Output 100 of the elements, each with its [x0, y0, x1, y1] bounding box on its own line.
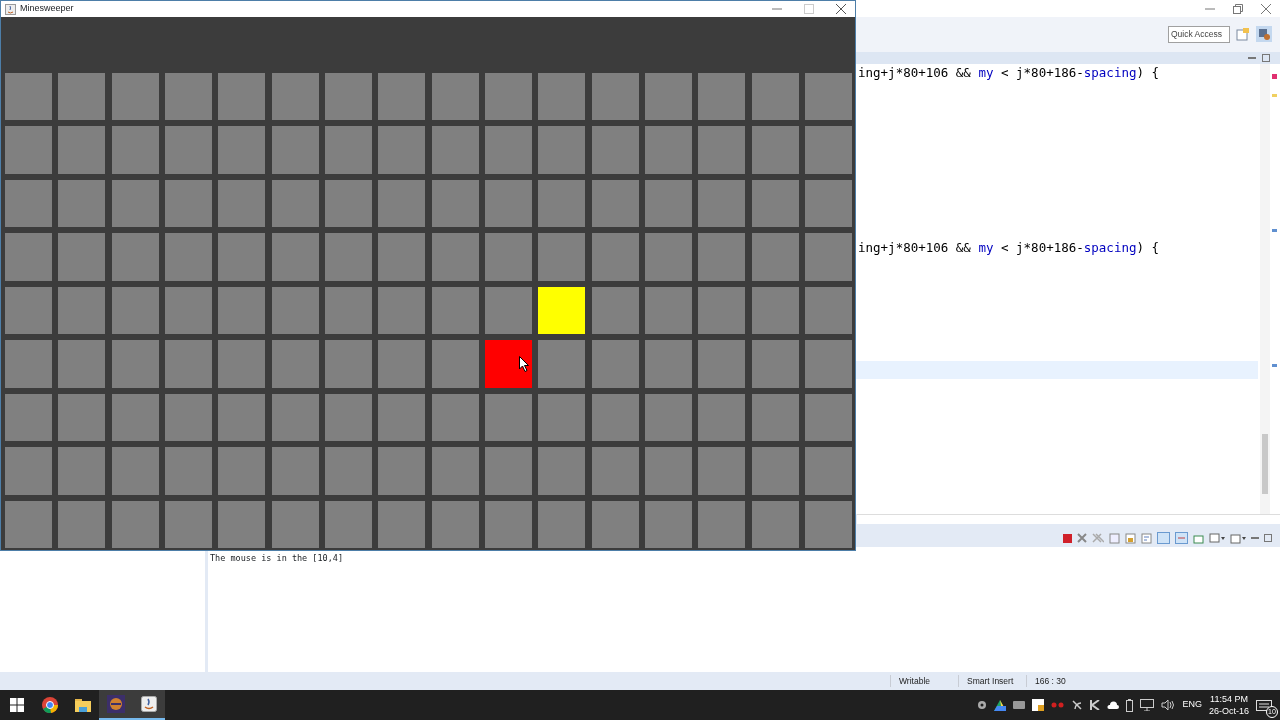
tile[interactable] [805, 73, 852, 121]
tile[interactable] [325, 73, 372, 121]
tile[interactable] [218, 447, 266, 495]
tile[interactable] [58, 447, 106, 495]
tile[interactable] [698, 286, 746, 335]
tile[interactable] [485, 73, 532, 121]
tile[interactable] [431, 340, 479, 388]
tile[interactable] [271, 126, 319, 174]
tile[interactable] [111, 447, 159, 495]
tile[interactable] [5, 393, 52, 441]
tile[interactable] [591, 393, 639, 441]
tile[interactable] [325, 500, 372, 548]
tile[interactable] [485, 393, 532, 441]
tile[interactable] [645, 286, 692, 335]
tile[interactable] [218, 500, 266, 548]
tile[interactable] [325, 447, 372, 495]
tile[interactable] [538, 340, 586, 388]
maximize-icon[interactable] [1262, 53, 1270, 62]
tile[interactable] [378, 286, 426, 335]
pin-console-icon[interactable] [1193, 532, 1204, 544]
tile[interactable] [698, 126, 746, 174]
clear-console-icon[interactable] [1109, 532, 1120, 544]
tile[interactable] [485, 286, 532, 335]
tile[interactable] [111, 73, 159, 121]
tile[interactable] [271, 447, 319, 495]
tile[interactable] [58, 286, 106, 335]
tile[interactable] [698, 179, 746, 228]
restore-icon[interactable] [1233, 3, 1243, 14]
tile[interactable] [218, 233, 266, 281]
tile[interactable] [591, 233, 639, 281]
tile[interactable] [538, 233, 586, 281]
tile[interactable] [378, 340, 426, 388]
tile[interactable] [431, 179, 479, 228]
tile[interactable] [538, 447, 586, 495]
battery-icon[interactable] [1126, 698, 1134, 712]
tile[interactable] [325, 179, 372, 228]
tile[interactable] [165, 73, 212, 121]
tile[interactable] [218, 73, 266, 121]
tile[interactable] [271, 393, 319, 441]
tile[interactable] [111, 179, 159, 228]
tile[interactable] [271, 179, 319, 228]
tile[interactable] [58, 500, 106, 548]
folder-icon[interactable] [74, 698, 91, 712]
tile[interactable] [751, 73, 799, 121]
tile[interactable] [485, 447, 532, 495]
maximize-icon[interactable] [804, 4, 814, 14]
tile[interactable] [805, 179, 852, 228]
tile[interactable] [805, 393, 852, 441]
tile[interactable] [698, 73, 746, 121]
tile[interactable] [378, 500, 426, 548]
tile[interactable] [698, 340, 746, 388]
maximize-icon[interactable] [1264, 534, 1272, 543]
tile[interactable] [538, 286, 586, 335]
tile[interactable] [645, 447, 692, 495]
tile[interactable] [111, 340, 159, 388]
tile[interactable] [538, 500, 586, 548]
tile[interactable] [698, 233, 746, 281]
tile[interactable] [5, 73, 52, 121]
tile[interactable] [485, 126, 532, 174]
perspective-icon[interactable] [1236, 27, 1250, 42]
remove-launch-icon[interactable] [1077, 533, 1087, 544]
java-perspective-icon[interactable] [1256, 26, 1272, 43]
tile[interactable] [111, 500, 159, 548]
tile[interactable] [271, 340, 319, 388]
tile[interactable] [378, 233, 426, 281]
tile[interactable] [378, 179, 426, 228]
clock[interactable]: 11:54 PM 26-Oct-16 [1208, 693, 1249, 717]
tile[interactable] [218, 126, 266, 174]
tile[interactable] [538, 393, 586, 441]
tile[interactable] [271, 286, 319, 335]
close-icon[interactable] [836, 4, 846, 14]
tile[interactable] [591, 500, 639, 548]
tile[interactable] [485, 500, 532, 548]
tile[interactable] [538, 126, 586, 174]
tile[interactable] [165, 126, 212, 174]
tile[interactable] [591, 126, 639, 174]
tile[interactable] [485, 179, 532, 228]
tile[interactable] [325, 286, 372, 335]
java-icon[interactable] [140, 696, 157, 712]
scroll-lock-icon[interactable] [1125, 532, 1136, 544]
tile[interactable] [485, 233, 532, 281]
tile[interactable] [111, 126, 159, 174]
tile[interactable] [645, 179, 692, 228]
tile[interactable] [645, 340, 692, 388]
tile[interactable] [591, 340, 639, 388]
show-error-icon[interactable] [1175, 532, 1188, 545]
tile[interactable] [591, 179, 639, 228]
tile[interactable] [805, 233, 852, 281]
tile[interactable] [58, 393, 106, 441]
stop-icon[interactable] [1063, 533, 1072, 543]
tile[interactable] [325, 126, 372, 174]
tile[interactable] [751, 233, 799, 281]
tile[interactable] [165, 286, 212, 335]
tile[interactable] [58, 73, 106, 121]
cloud-icon[interactable] [1107, 701, 1120, 709]
tile[interactable] [5, 447, 52, 495]
tile[interactable] [271, 500, 319, 548]
eclipse-icon[interactable] [106, 695, 125, 713]
close-icon[interactable] [1261, 3, 1271, 14]
tile[interactable] [165, 179, 212, 228]
